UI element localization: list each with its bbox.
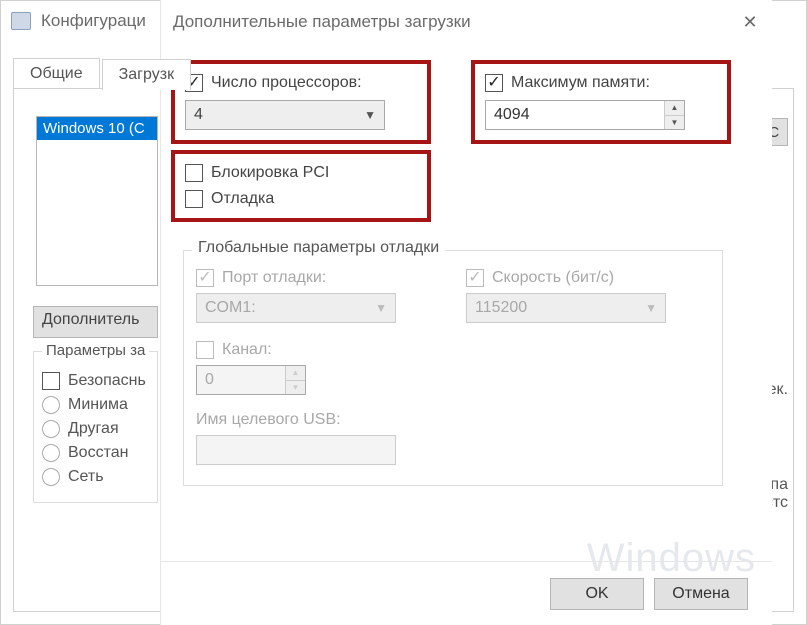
chevron-down-icon: ▼ (364, 108, 376, 122)
tab-general[interactable]: Общие (13, 58, 100, 89)
dialog-footer: OK Отмена (161, 561, 772, 625)
safeboot-adrepair-radio[interactable]: Восстан (42, 444, 149, 462)
baud-value: 115200 (475, 299, 527, 317)
radio-label: Минима (68, 396, 128, 414)
safeboot-checkbox-row[interactable]: Безопаснь (42, 372, 149, 390)
checkbox-icon (466, 269, 484, 287)
safeboot-network-radio[interactable]: Сеть (42, 468, 149, 486)
channel-checkbox-row: Канал: (196, 341, 710, 359)
numproc-label: Число процессоров: (211, 74, 362, 92)
spinner-up-icon[interactable]: ▲ (665, 101, 684, 115)
chevron-down-icon: ▼ (645, 301, 657, 315)
spinner-down-icon[interactable]: ▼ (665, 115, 684, 130)
msconfig-icon (11, 12, 31, 30)
numproc-checkbox-row[interactable]: Число процессоров: (185, 74, 385, 92)
checkbox-icon (185, 190, 203, 208)
baud-checkbox-row: Скорость (бит/с) (466, 269, 666, 287)
cancel-button[interactable]: Отмена (654, 578, 748, 610)
checkbox-icon (185, 164, 203, 182)
checkbox-icon (42, 372, 60, 390)
os-listbox[interactable]: Windows 10 (C (36, 116, 158, 286)
ok-button[interactable]: OK (550, 578, 644, 610)
spinner-buttons: ▲ ▼ (664, 101, 684, 129)
baud-label: Скорость (бит/с) (492, 269, 614, 287)
dialog-title: Дополнительные параметры загрузки (173, 12, 471, 32)
usb-target-label-row: Имя целевого USB: (196, 411, 710, 429)
usb-target-label: Имя целевого USB: (196, 411, 341, 429)
channel-label: Канал: (222, 341, 272, 359)
advanced-boot-dialog: Дополнительные параметры загрузки ✕ Числ… (160, 0, 772, 625)
radio-icon (42, 396, 60, 414)
spinner-up-icon: ▲ (286, 366, 305, 380)
radio-icon (42, 444, 60, 462)
radio-icon (42, 468, 60, 486)
radio-label: Сеть (68, 468, 104, 486)
numproc-select[interactable]: 4 ▼ (185, 100, 385, 130)
safeboot-altshell-radio[interactable]: Другая (42, 420, 149, 438)
maxmem-value: 4094 (486, 101, 664, 129)
spinner-buttons: ▲ ▼ (285, 366, 305, 394)
safeboot-group: Параметры за Безопаснь Минима Другая Вос… (33, 351, 158, 503)
tab-boot[interactable]: Загрузк (102, 59, 191, 90)
baud-select: 115200 ▼ (466, 293, 666, 323)
global-debug-label: Глобальные параметры отладки (192, 239, 445, 257)
radio-label: Другая (68, 420, 119, 438)
checkbox-icon (196, 269, 214, 287)
radio-icon (42, 420, 60, 438)
debug-checkbox-row[interactable]: Отладка (185, 190, 329, 208)
channel-input: 0 ▲ ▼ (196, 365, 306, 395)
debug-port-value: COM1: (205, 299, 256, 317)
debug-port-checkbox-row: Порт отладки: (196, 269, 396, 287)
safeboot-minimal-radio[interactable]: Минима (42, 396, 149, 414)
debug-port-label: Порт отладки: (222, 269, 326, 287)
maxmem-input[interactable]: 4094 ▲ ▼ (485, 100, 685, 130)
usb-target-input (196, 435, 396, 465)
maxmem-label: Максимум памяти: (511, 74, 650, 92)
checkbox-icon (485, 74, 503, 92)
advanced-options-button[interactable]: Дополнитель (33, 306, 158, 338)
dialog-titlebar: Дополнительные параметры загрузки ✕ (161, 0, 772, 44)
chevron-down-icon: ▼ (375, 301, 387, 315)
close-icon[interactable]: ✕ (740, 12, 760, 32)
pcilock-checkbox-row[interactable]: Блокировка PCI (185, 164, 329, 182)
radio-label: Восстан (68, 444, 128, 462)
os-list-item[interactable]: Windows 10 (C (37, 117, 157, 140)
maxmem-checkbox-row[interactable]: Максимум памяти: (485, 74, 685, 92)
channel-value: 0 (197, 366, 285, 394)
global-debug-group: Глобальные параметры отладки Порт отладк… (183, 250, 723, 486)
parent-title: Конфигураци (41, 11, 146, 31)
pcilock-label: Блокировка PCI (211, 164, 329, 182)
safeboot-group-label: Параметры за (42, 342, 149, 359)
checkbox-icon (196, 341, 214, 359)
safeboot-label: Безопаснь (68, 372, 146, 390)
debug-label: Отладка (211, 190, 274, 208)
numproc-value: 4 (194, 106, 203, 124)
debug-port-select: COM1: ▼ (196, 293, 396, 323)
spinner-down-icon: ▼ (286, 380, 305, 395)
